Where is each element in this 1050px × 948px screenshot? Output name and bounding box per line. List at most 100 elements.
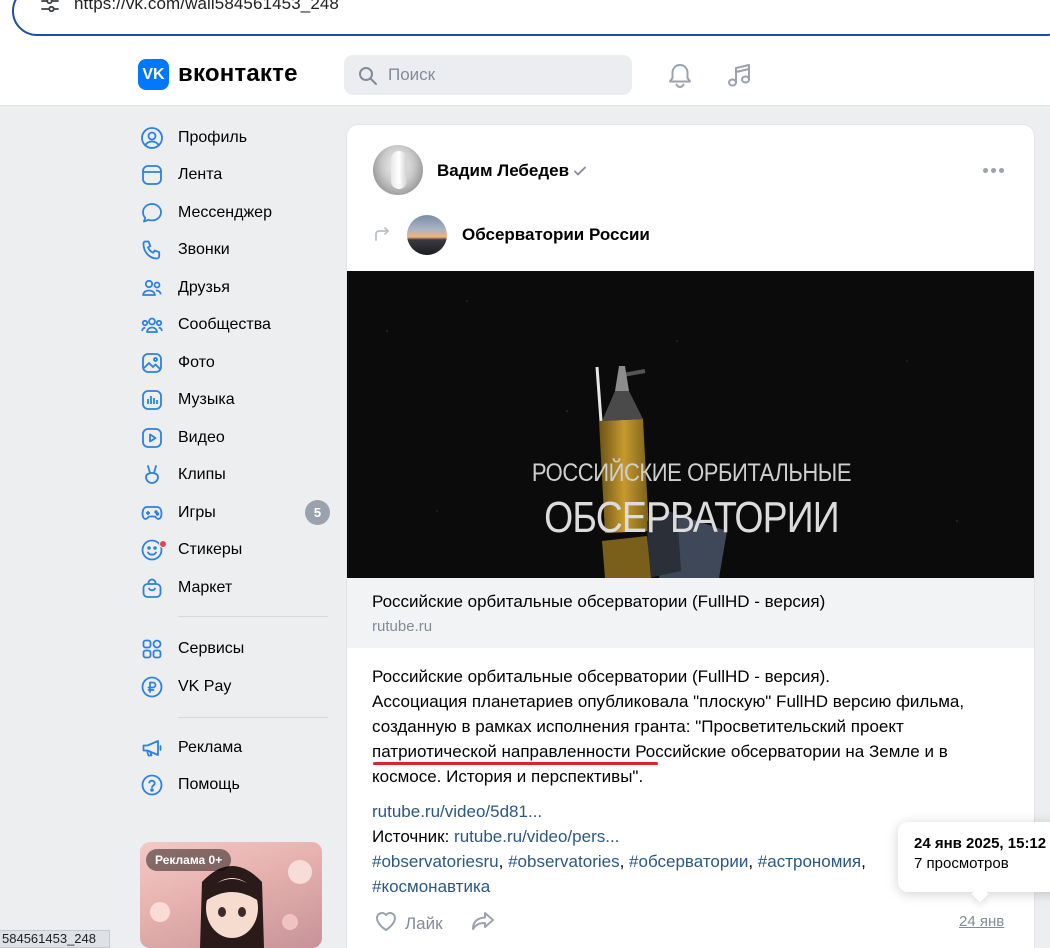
sidebar-item-music[interactable]: Музыка [138,382,333,418]
repost-group-name[interactable]: Обсерватории России [462,225,650,245]
sidebar-item-label: Лента [178,166,223,183]
clips-icon [138,461,166,489]
share-icon[interactable] [469,909,497,938]
browser-toolbar: https://vk.com/wall584561453_248 [0,0,1050,44]
post-text: Российские орбитальные обсерватории (Ful… [372,664,1012,789]
sidebar-item-label: Игры [178,504,216,521]
sidebar-item-vkpay[interactable]: VK Pay [138,669,333,705]
post-actions: Лайк [373,909,497,938]
like-label: Лайк [405,913,443,933]
post-text-line: патриотической направленности Российские… [372,742,948,761]
post-date-link[interactable]: 24 янв [959,913,1004,930]
tooltip-full-date: 24 янв 2025, 15:12 [914,835,1047,852]
sidebar-item-messenger[interactable]: Мессенджер [138,195,333,231]
hashtag-link[interactable]: #астрономия [758,852,861,871]
vk-logo-icon[interactable]: VK [138,59,169,90]
sidebar-item-clips[interactable]: Клипы [138,457,333,493]
sidebar-item-video[interactable]: Видео [138,420,333,456]
author-avatar[interactable] [373,145,423,195]
post-text-line: созданную в рамках исполнения гранта: "П… [372,717,904,736]
sidebar-ad[interactable]: Реклама 0+ [140,842,322,948]
sidebar-item-photo[interactable]: Фото [138,345,333,381]
sidebar-item-communities[interactable]: Сообщества [138,307,333,343]
profile-icon [138,124,166,152]
sidebar-item-label: VK Pay [178,678,232,695]
music-icon[interactable] [726,62,754,95]
hashtag-link[interactable]: #космонавтика [372,877,490,896]
phone-icon [138,236,166,264]
market-icon [138,574,166,602]
site-settings-icon[interactable] [40,0,60,13]
address-bar[interactable]: https://vk.com/wall584561453_248 [12,0,1050,36]
services-icon [138,635,166,663]
ad-label: Реклама 0+ [146,849,232,871]
search-icon [358,66,378,91]
sidebar-item-stickers[interactable]: Стикеры [138,532,333,568]
vkpay-icon [138,673,166,701]
photo-icon [138,349,166,377]
games-count-badge: 5 [305,500,330,525]
friends-icon [138,274,166,302]
sidebar-item-label: Профиль [178,129,248,146]
sidebar-item-label: Сообщества [178,316,271,333]
video-icon [138,424,166,452]
repost-icon [373,226,391,247]
sidebar-item-help[interactable]: Помощь [138,767,333,803]
like-button[interactable]: Лайк [373,909,443,938]
sidebar-item-feed[interactable]: Лента [138,157,333,193]
sidebar-item-ads[interactable]: Реклама [138,730,333,766]
vk-header: VK вконтакте [0,44,1050,106]
browser-status-url: 584561453_248 [0,930,110,948]
sidebar-item-label: Сервисы [178,640,245,657]
communities-icon [138,311,166,339]
hashtags: #observatoriesru, #observatories, #обсер… [372,852,866,896]
sidebar-item-games[interactable]: Игры 5 [138,495,333,531]
sidebar-item-label: Друзья [178,279,230,296]
heart-icon [373,909,399,938]
tooltip-views: 7 просмотров [914,855,1009,872]
post-text-line: космосе. История и перспективы". [372,767,644,786]
link-domain: rutube.ru [372,618,433,635]
source-label: Источник: [372,827,450,846]
sidebar-item-profile[interactable]: Профиль [138,120,333,156]
video-title-line1: РОССИЙСКИЕ ОРБИТАЛЬНЫЕ [531,459,852,487]
date-tooltip: 24 янв 2025, 15:12 7 просмотров [898,822,1050,892]
stickers-icon [138,536,167,564]
hashtag-link[interactable]: #observatories [508,852,620,871]
messenger-icon [138,199,166,227]
post-author[interactable]: Вадим Лебедев [437,161,569,181]
sidebar-item-label: Реклама [178,739,243,756]
verified-check-icon [572,163,588,184]
sidebar-item-services[interactable]: Сервисы [138,631,333,667]
source-link[interactable]: rutube.ru/video/pers... [454,827,619,846]
search-box[interactable] [344,55,632,95]
vk-logo-text[interactable]: вконтакте [178,60,298,88]
sidebar-item-calls[interactable]: Звонки [138,232,333,268]
ads-icon [138,734,166,762]
address-url[interactable]: https://vk.com/wall584561453_248 [74,0,339,14]
video-link[interactable]: rutube.ru/video/5d81... [372,802,542,821]
notification-dot [159,540,167,548]
video-title-line2: ОБСЕРВАТОРИИ [544,493,839,542]
search-input[interactable] [388,55,618,95]
post-text-line: Ассоциация планетариев опубликовала "пло… [372,692,965,711]
video-preview[interactable]: РОССИЙСКИЕ ОРБИТАЛЬНЫЕ ОБСЕРВАТОРИИ [347,271,1034,578]
sidebar-item-label: Фото [178,354,215,371]
hashtag-link[interactable]: #observatoriesru [372,852,499,871]
post-more-button[interactable] [983,168,1004,173]
post-text-line: Российские орбитальные обсерватории (Ful… [372,667,831,686]
link-attachment[interactable]: Российские орбитальные обсерватории (Ful… [347,578,1034,648]
sidebar-item-friends[interactable]: Друзья [138,270,333,306]
hashtag-link[interactable]: #обсерватории [629,852,748,871]
help-icon [138,771,166,799]
group-avatar[interactable] [407,215,447,255]
sidebar-item-market[interactable]: Маркет [138,570,333,606]
bell-icon[interactable] [666,62,694,95]
sidebar-item-label: Стикеры [178,541,243,558]
games-icon [138,499,166,527]
sidebar-item-label: Мессенджер [178,204,272,221]
sidebar-divider [178,616,328,617]
sidebar-item-label: Видео [178,429,225,446]
sidebar-item-label: Маркет [178,579,233,596]
feed-icon [138,161,166,189]
